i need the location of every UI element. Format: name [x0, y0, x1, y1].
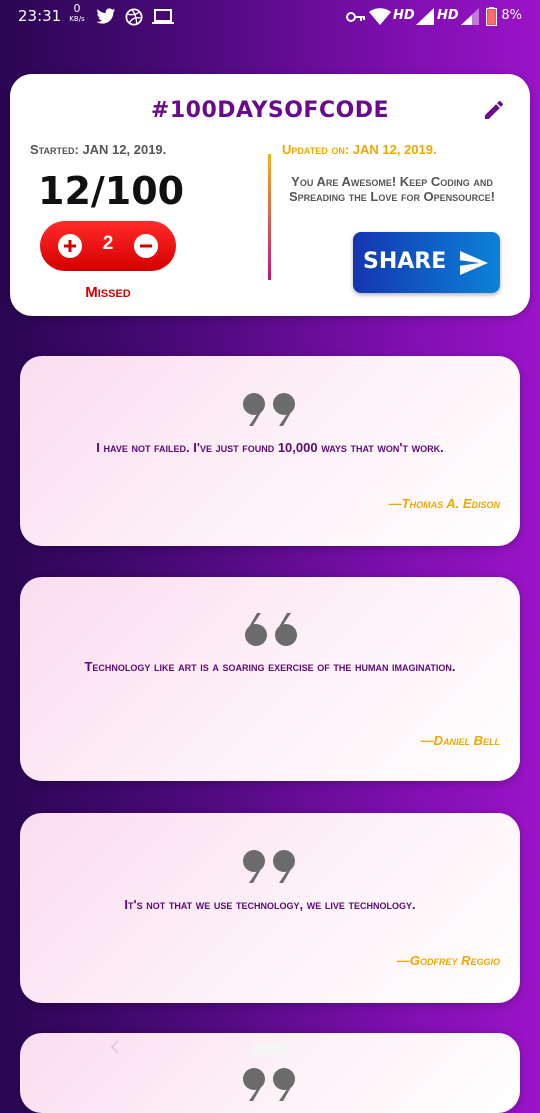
- updated-date: Updated on: JAN 12, 2019.: [282, 142, 437, 157]
- missed-stepper: 2: [40, 221, 176, 271]
- quote-icon: [243, 850, 295, 883]
- net-speed: 0 KB/s: [66, 2, 88, 24]
- status-bar: 23:31 0 KB/s HD HD 8%: [0, 0, 540, 34]
- started-date: Started: JAN 12, 2019.: [30, 142, 167, 157]
- dribbble-icon: [125, 8, 143, 26]
- status-time: 23:31: [18, 7, 62, 25]
- signal-icon-2: [461, 8, 479, 25]
- laptop-icon: [152, 9, 174, 24]
- minus-icon[interactable]: [134, 234, 158, 258]
- quote-text: I have not failed. I've just found 10,00…: [96, 440, 444, 455]
- quote-card: I have not failed. I've just found 10,00…: [20, 356, 520, 546]
- challenge-title: #100DAYSOFCODE: [150, 98, 390, 123]
- quote-author: —Thomas A. Edison: [388, 496, 500, 511]
- quote-icon: [243, 393, 295, 426]
- day-counter: 12/100: [38, 169, 185, 213]
- wifi-icon: [369, 8, 391, 25]
- key-icon: [346, 12, 365, 22]
- plus-icon[interactable]: [58, 234, 82, 258]
- quote-text: It's not that we use technology, we live…: [124, 897, 416, 912]
- battery-percent: 8%: [501, 8, 522, 23]
- signal-icon: [416, 8, 434, 25]
- quote-icon: [245, 613, 297, 646]
- motivation-message: You Are Awesome! Keep Coding and Spreadi…: [288, 174, 496, 204]
- missed-count: 2: [102, 233, 114, 254]
- quote-icon: [243, 1068, 295, 1101]
- share-button[interactable]: SHARE: [353, 232, 500, 293]
- net-speed-unit: KB/s: [69, 15, 85, 23]
- quote-card: Technology like art is a soaring exercis…: [20, 577, 520, 781]
- share-label: SHARE: [363, 249, 447, 274]
- send-icon: [460, 251, 488, 275]
- quote-author: —Daniel Bell: [420, 733, 500, 748]
- network-type-2: HD: [437, 8, 459, 23]
- twitter-icon: [96, 8, 116, 24]
- missed-label: Missed: [85, 284, 131, 301]
- edit-icon[interactable]: [482, 98, 506, 122]
- progress-card: #100DAYSOFCODE Started: JAN 12, 2019. 12…: [10, 74, 530, 316]
- net-speed-value: 0: [73, 2, 81, 15]
- quote-author: —Godfrey Reggio: [396, 953, 500, 968]
- network-type-1: HD: [393, 8, 415, 23]
- battery-icon: [486, 7, 497, 26]
- vertical-divider: [268, 154, 271, 280]
- quote-text: Technology like art is a soaring exercis…: [84, 659, 456, 674]
- home-gesture-pill[interactable]: [252, 1043, 288, 1055]
- quote-card: It's not that we use technology, we live…: [20, 813, 520, 1003]
- back-chevron-icon[interactable]: [110, 1040, 120, 1054]
